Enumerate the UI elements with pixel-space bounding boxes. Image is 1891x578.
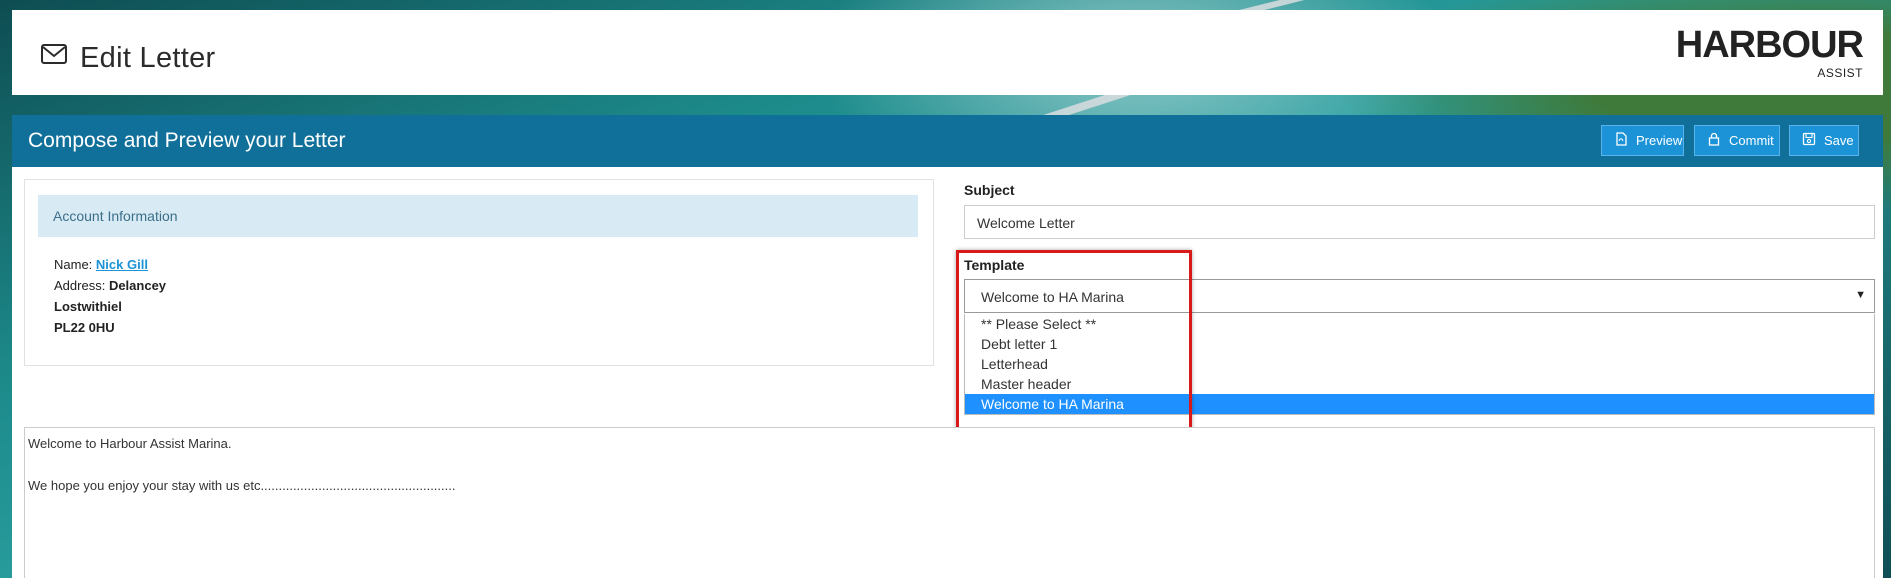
account-info-heading: Account Information — [38, 195, 918, 237]
preview-button[interactable]: Preview — [1601, 125, 1684, 156]
commit-button-label: Commit — [1729, 133, 1774, 148]
page-title: Edit Letter — [40, 40, 216, 76]
template-select-value: Welcome to HA Marina — [981, 289, 1124, 305]
address-line-2: Lostwithiel — [54, 299, 122, 314]
editor-line: We hope you enjoy your stay with us etc.… — [28, 478, 456, 493]
account-details: Name: Nick Gill Address: Delancey Lostwi… — [54, 254, 166, 338]
logo-sub-text: ASSIST — [1817, 66, 1863, 80]
account-address-row: Address: Delancey — [54, 275, 166, 296]
floppy-disk-icon — [1802, 132, 1816, 149]
save-button-label: Save — [1824, 133, 1854, 148]
template-option-selected[interactable]: Welcome to HA Marina — [965, 394, 1874, 414]
account-name-row: Name: Nick Gill — [54, 254, 166, 275]
dropdown-arrow-icon: ▼ — [1855, 289, 1866, 301]
template-dropdown-list: ** Please Select ** Debt letter 1 Letter… — [964, 314, 1875, 415]
address-label: Address: — [54, 278, 106, 293]
page-header: Edit Letter HARBOUR ASSIST — [12, 10, 1883, 95]
address-line-1: Delancey — [108, 278, 167, 293]
preview-button-label: Preview — [1636, 133, 1683, 148]
editor-line: Welcome to Harbour Assist Marina. — [28, 436, 232, 451]
subject-label: Subject — [964, 182, 1015, 198]
pdf-file-icon — [1614, 132, 1628, 149]
envelope-icon — [40, 40, 68, 76]
commit-button[interactable]: Commit — [1694, 125, 1780, 156]
template-option[interactable]: Letterhead — [965, 354, 1874, 374]
harbour-assist-logo: HARBOUR ASSIST — [1676, 24, 1864, 84]
lock-icon — [1707, 132, 1721, 149]
compose-panel-header: Compose and Preview your Letter Preview … — [12, 115, 1883, 167]
template-label: Template — [964, 257, 1025, 273]
letter-body-editor[interactable]: Welcome to Harbour Assist Marina. We hop… — [24, 427, 1875, 578]
template-option[interactable]: ** Please Select ** — [965, 314, 1874, 334]
template-option[interactable]: Master header — [965, 374, 1874, 394]
page-title-text: Edit Letter — [80, 41, 216, 74]
panel-title: Compose and Preview your Letter — [28, 129, 346, 152]
save-button[interactable]: Save — [1789, 125, 1859, 156]
logo-main-text: HARBOUR — [1675, 24, 1864, 66]
name-label: Name: — [54, 257, 93, 272]
address-postcode: PL22 0HU — [54, 320, 115, 335]
subject-input[interactable]: Welcome Letter — [964, 205, 1875, 239]
account-name-link[interactable]: Nick Gill — [96, 257, 148, 272]
template-option[interactable]: Debt letter 1 — [965, 334, 1874, 354]
template-select[interactable]: Welcome to HA Marina ▼ — [964, 279, 1875, 313]
